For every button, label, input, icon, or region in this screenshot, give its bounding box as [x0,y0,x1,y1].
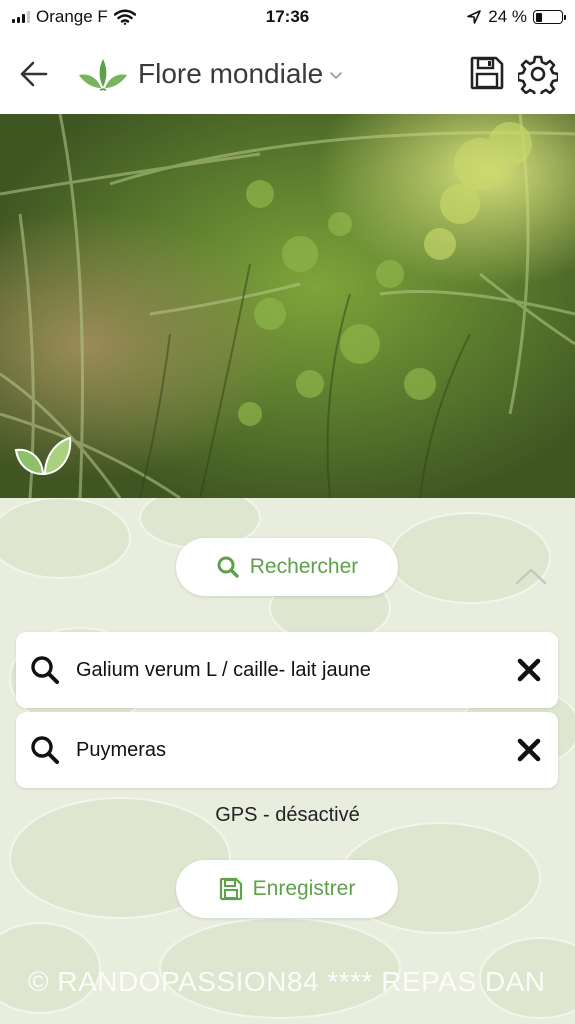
back-button[interactable] [16,56,52,92]
location-search-field[interactable]: Puymeras [16,712,558,788]
flora-selector[interactable]: Flore mondiale [78,52,343,96]
back-arrow-icon [20,61,48,87]
floppy-save-icon [219,877,242,901]
record-button-label: Enregistrer [252,877,356,900]
battery-percent: 24 % [488,7,527,26]
chevron-up-icon[interactable] [514,566,548,586]
wifi-icon [113,9,136,25]
leaf-watermark-icon [14,436,72,476]
gps-status: GPS - désactivé [215,804,360,826]
record-button[interactable]: Enregistrer [176,860,398,918]
search-icon [217,556,239,578]
app-header: Flore mondiale [0,34,575,114]
clear-species-icon[interactable] [516,657,542,683]
battery-icon [533,10,566,24]
copyright-watermark: © RANDOPASSION84 **** REPAS DAN [28,966,546,997]
search-icon [31,656,59,684]
floppy-save-icon [470,56,504,90]
species-search-field[interactable]: Galium verum L / caille- lait jaune [16,632,558,708]
location-field-value: Puymeras [76,738,167,761]
chevron-down-icon [330,72,343,80]
species-field-value: Galium verum L / caille- lait jaune [76,658,371,681]
cell-signal-icon [12,11,30,23]
gear-icon [516,55,560,99]
app-title: Flore mondiale [138,58,324,89]
leaves-logo-icon [79,59,127,91]
clear-location-icon[interactable] [516,737,542,763]
battery-fill [535,12,542,22]
search-panel: Rechercher Galium verum L / caille- lait… [0,498,575,1024]
carrier-label: Orange F [36,7,108,26]
clock: 17:36 [265,7,310,26]
location-arrow-icon [467,10,482,24]
photo-image [0,114,575,498]
status-bar: Orange F 17:36 24 % [0,0,575,34]
search-button[interactable]: Rechercher [176,538,398,596]
status-left: Orange F [12,7,212,27]
status-right: 24 % [363,7,566,27]
search-button-label: Rechercher [249,555,359,578]
settings-button[interactable] [516,54,560,99]
save-header-button[interactable] [468,54,506,92]
plant-photo[interactable] [0,114,575,498]
search-icon [31,736,59,764]
